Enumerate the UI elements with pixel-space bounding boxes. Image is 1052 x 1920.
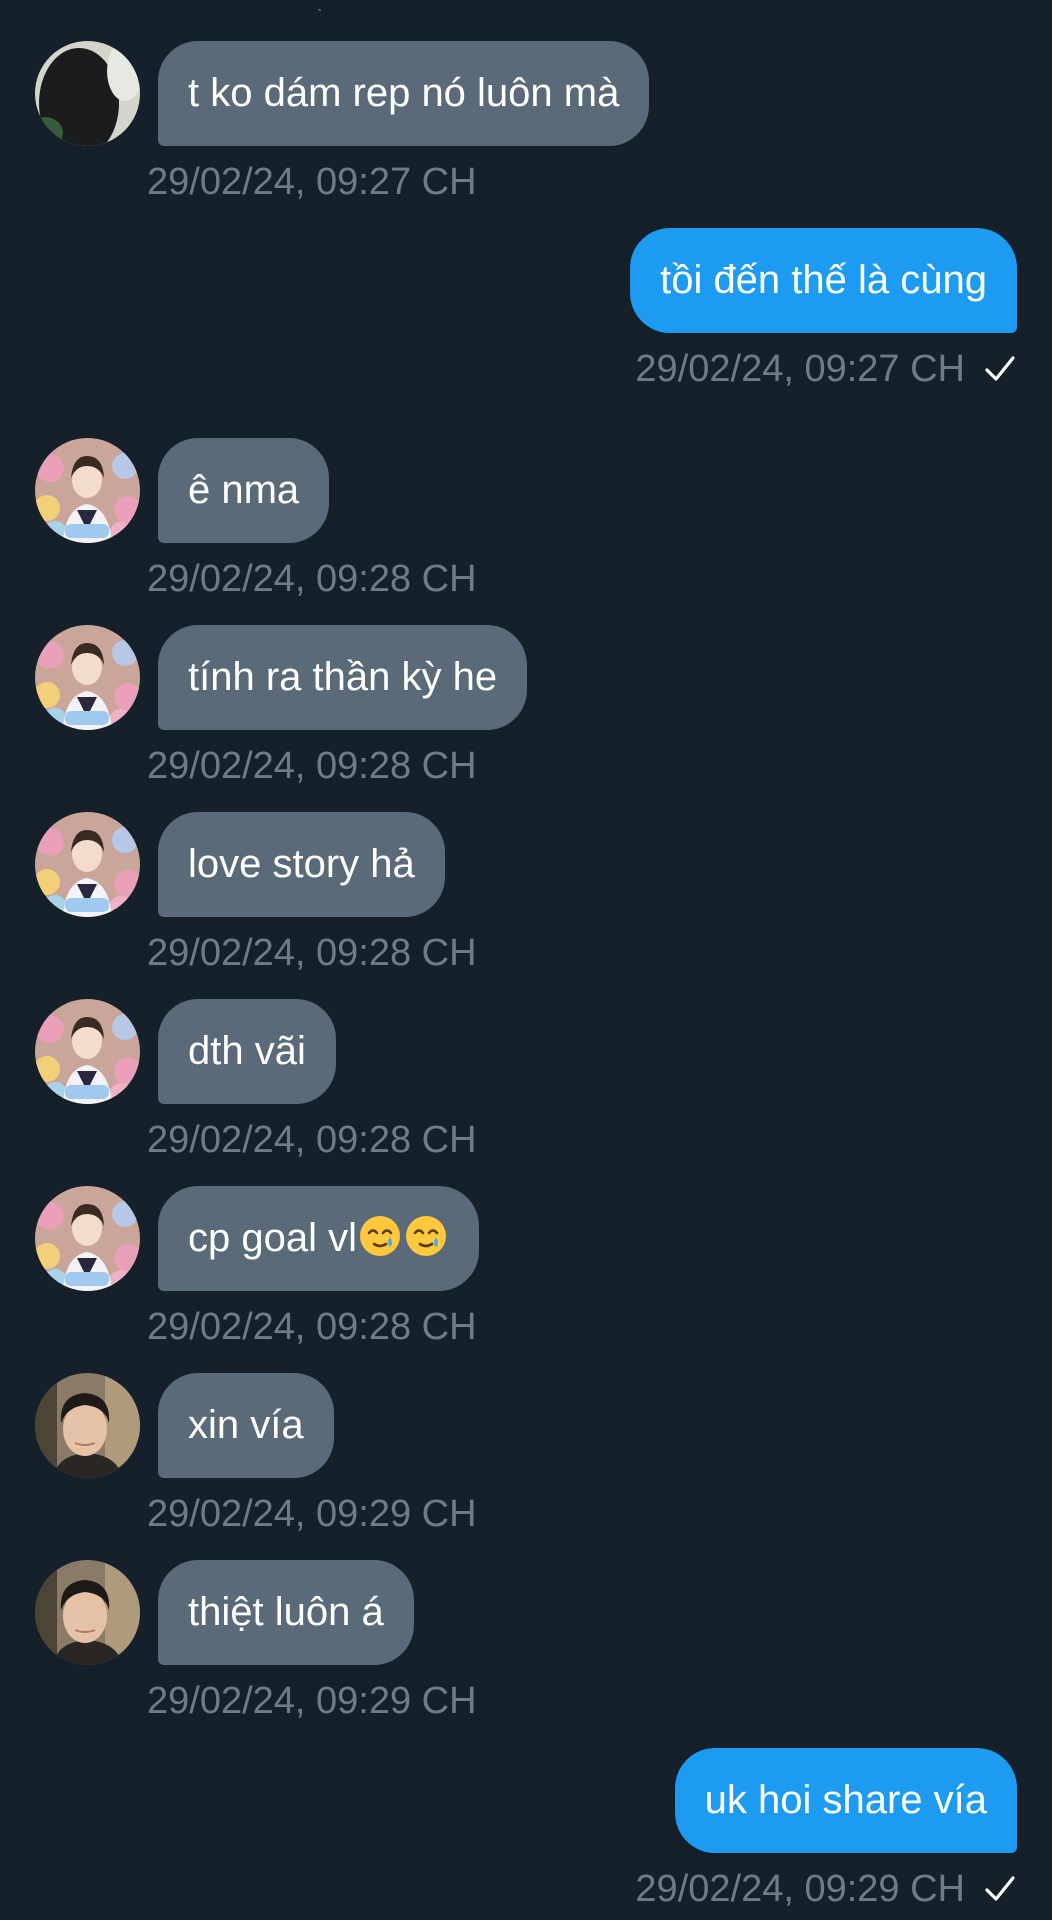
avatar[interactable] [35, 438, 140, 543]
boy-plush-avatar-image [35, 625, 140, 730]
message-text: thiệt luôn á [188, 1590, 384, 1634]
message-bubble[interactable]: t ko dám rep nó luôn mà [158, 41, 650, 146]
timestamp-text: 29/02/24, 09:29 CH [635, 1868, 965, 1910]
message-bubble[interactable]: xin vía [158, 1373, 334, 1478]
message-timestamp: 29/02/24, 09:29 CH [147, 1680, 477, 1722]
message-bubble[interactable]: uk hoi share vía [674, 1748, 1017, 1853]
boy-plush-avatar-image [35, 999, 140, 1104]
message-timestamp: 29/02/24, 09:27 CH [147, 161, 477, 203]
message-text: tồi đến thế là cùng [660, 258, 987, 302]
timestamp-text: 29/02/24, 09:27 CH [635, 348, 965, 390]
message-timestamp: 29/02/24, 09:27 CH [635, 346, 1017, 392]
message-text: tính ra thần kỳ he [188, 655, 498, 699]
check-icon [983, 352, 1017, 386]
dark-photo-avatar-image [35, 41, 140, 146]
message-bubble[interactable]: thiệt luôn á [158, 1560, 414, 1665]
message-text: t ko dám rep nó luôn mà [188, 71, 620, 115]
check-icon [983, 1872, 1017, 1906]
message-bubble[interactable]: tồi đến thế là cùng [630, 228, 1017, 333]
message-bubble[interactable]: love story hả [158, 812, 445, 917]
message-bubble[interactable]: ê nma [158, 438, 330, 543]
smiling-face-with-tear-icon [357, 1213, 403, 1259]
message-timestamp: 29/02/24, 09:28 CH [147, 1306, 477, 1348]
avatar[interactable] [35, 1186, 140, 1291]
boy-plush-avatar-image [35, 438, 140, 543]
boy-plush-avatar-image [35, 812, 140, 917]
avatar[interactable] [35, 1373, 140, 1478]
boy-plush-avatar-image [35, 1186, 140, 1291]
avatar[interactable] [35, 41, 140, 146]
message-text: love story hả [188, 842, 415, 886]
selfie-avatar-image [35, 1560, 140, 1665]
message-text: uk hoi share vía [704, 1778, 987, 1822]
message-text: dth vãi [188, 1029, 306, 1073]
avatar[interactable] [35, 812, 140, 917]
message-timestamp: 29/02/24, 09:28 CH [147, 932, 477, 974]
avatar[interactable] [35, 1560, 140, 1665]
message-timestamp: 29/02/24, 09:29 CH [147, 1493, 477, 1535]
message-bubble[interactable]: tính ra thần kỳ he [158, 625, 528, 730]
message-bubble[interactable]: dth vãi [158, 999, 336, 1104]
smiling-face-with-tear-icon [403, 1213, 449, 1259]
message-text: cp goal vl [188, 1216, 357, 1260]
message-text: xin vía [188, 1403, 304, 1447]
message-timestamp: 29/02/24, 09:28 CH [147, 1119, 477, 1161]
selfie-avatar-image [35, 1373, 140, 1478]
message-bubble[interactable]: cp goal vl [158, 1186, 479, 1291]
message-timestamp: 29/02/24, 09:28 CH [147, 558, 477, 600]
avatar[interactable] [35, 999, 140, 1104]
avatar[interactable] [35, 625, 140, 730]
scroll-indicator [318, 9, 321, 11]
message-timestamp: 29/02/24, 09:28 CH [147, 745, 477, 787]
message-timestamp: 29/02/24, 09:29 CH [635, 1866, 1017, 1912]
chat-thread: t ko dám rep nó luôn mà 29/02/24, 09:27 … [0, 0, 1052, 1920]
message-text: ê nma [188, 468, 300, 512]
